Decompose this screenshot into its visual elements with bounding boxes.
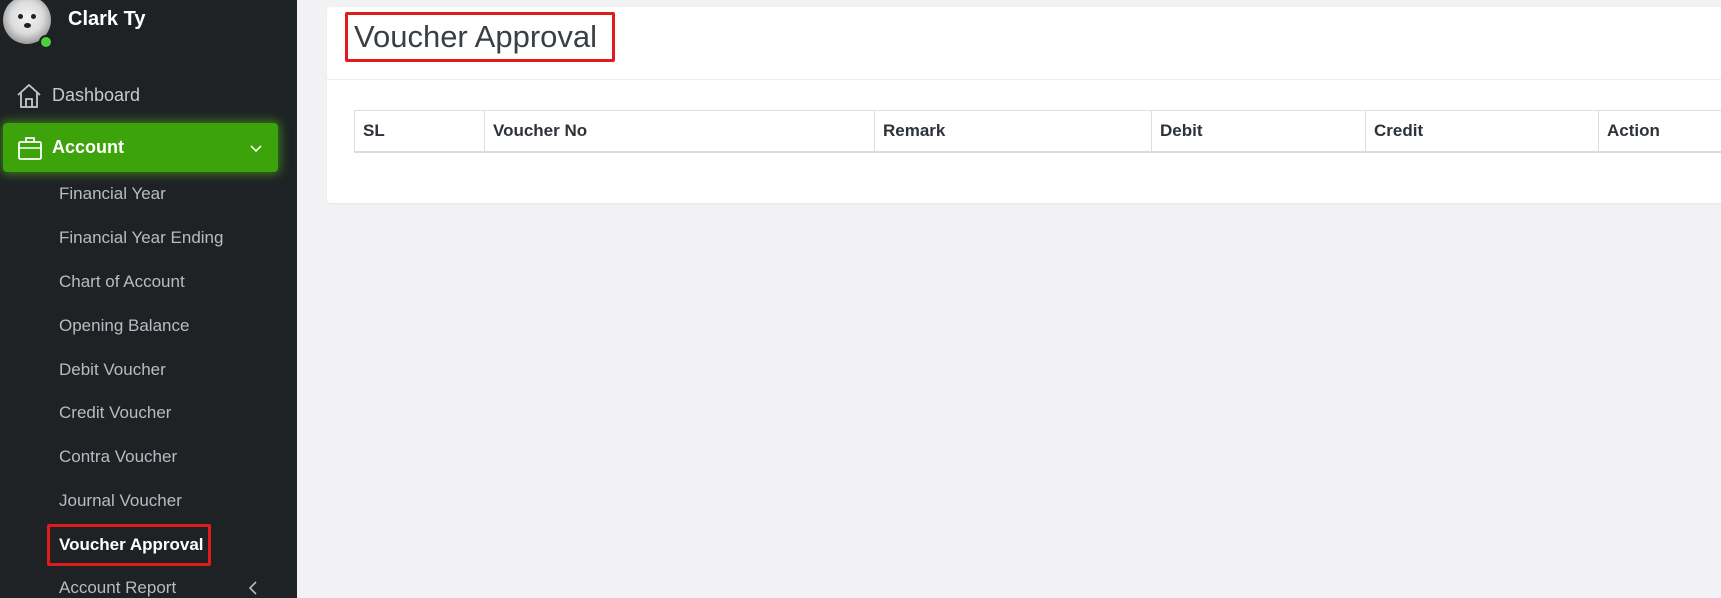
- sidebar: Clark Ty Dashboard Account Financial Yea…: [0, 0, 297, 598]
- column-header-remark[interactable]: Remark: [874, 110, 1152, 153]
- submenu-item-financial-year-ending[interactable]: Financial Year Ending: [59, 228, 223, 248]
- column-header-debit[interactable]: Debit: [1151, 110, 1366, 153]
- submenu-item-financial-year[interactable]: Financial Year: [59, 184, 166, 204]
- highlight-box: [47, 524, 211, 566]
- submenu-item-contra-voucher[interactable]: Contra Voucher: [59, 447, 177, 467]
- avatar-eye: [18, 14, 23, 19]
- user-name: Clark Ty: [68, 8, 146, 30]
- voucher-approval-card: Voucher Approval SL Voucher No Remark De…: [327, 7, 1721, 203]
- column-header-voucher-no[interactable]: Voucher No: [484, 110, 875, 153]
- avatar-nose: [24, 23, 31, 28]
- submenu-item-opening-balance[interactable]: Opening Balance: [59, 316, 189, 336]
- main-content: Voucher Approval SL Voucher No Remark De…: [297, 0, 1721, 598]
- card-header: Voucher Approval: [327, 7, 1721, 80]
- voucher-table: SL Voucher No Remark Debit Credit Action: [354, 110, 1721, 153]
- highlight-box: [345, 12, 615, 62]
- briefcase-icon: [18, 137, 42, 160]
- sidebar-item-account[interactable]: Account: [3, 123, 278, 172]
- submenu-item-credit-voucher[interactable]: Credit Voucher: [59, 403, 171, 423]
- sidebar-item-label: Account: [52, 137, 124, 157]
- sidebar-item-label: Dashboard: [52, 85, 141, 105]
- submenu-item-account-report[interactable]: Account Report: [59, 578, 176, 598]
- avatar-eye: [31, 14, 36, 19]
- submenu-item-chart-of-account[interactable]: Chart of Account: [59, 272, 185, 292]
- column-header-sl[interactable]: SL: [354, 110, 485, 153]
- table-header-row: SL Voucher No Remark Debit Credit Action: [354, 110, 1721, 153]
- submenu-item-journal-voucher[interactable]: Journal Voucher: [59, 491, 182, 511]
- column-header-action[interactable]: Action: [1598, 110, 1721, 153]
- sidebar-item-dashboard[interactable]: Dashboard: [0, 76, 297, 116]
- submenu-item-debit-voucher[interactable]: Debit Voucher: [59, 360, 166, 380]
- home-icon: [17, 84, 41, 108]
- user-panel: Clark Ty: [0, 0, 297, 50]
- online-status-icon: [39, 35, 53, 49]
- chevron-down-icon: [250, 145, 262, 153]
- column-header-credit[interactable]: Credit: [1365, 110, 1599, 153]
- chevron-left-icon[interactable]: [246, 580, 260, 596]
